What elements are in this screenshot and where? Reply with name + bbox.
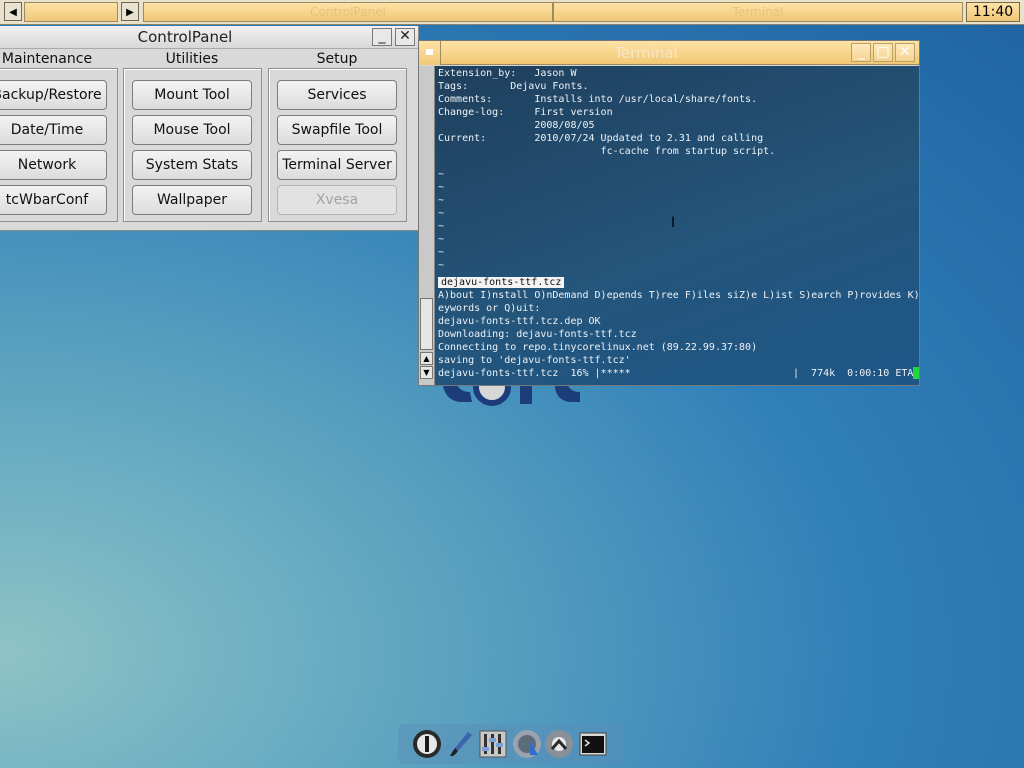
terminal-icon[interactable]	[578, 729, 608, 759]
terminal-server-button[interactable]: Terminal Server	[277, 150, 397, 180]
terminal-tilde-line: ~	[438, 182, 445, 193]
group-setup: Services Swapfile Tool Terminal Server X…	[268, 68, 407, 222]
minimize-icon[interactable]: _	[372, 28, 392, 46]
mouse-tool-button[interactable]: Mouse Tool	[132, 115, 252, 145]
terminal-tilde-line: ~	[438, 260, 445, 271]
minimize-icon[interactable]: _	[851, 43, 871, 62]
terminal-progress-left: dejavu-fonts-ttf.tcz 16% |*****	[438, 368, 631, 379]
terminal-line: Current: 2010/07/24 Updated to 2.31 and …	[438, 133, 764, 144]
tcwbarconf-button[interactable]: tcWbarConf	[0, 185, 107, 215]
terminal-menu-line: eywords or Q)uit:	[438, 303, 541, 314]
terminal-tilde-line: ~	[438, 247, 445, 258]
paint-brush-icon[interactable]	[446, 729, 476, 759]
maximize-icon[interactable]: □	[873, 43, 893, 62]
backup-restore-button[interactable]: Backup/Restore	[0, 80, 107, 110]
terminal-tilde-line: ~	[438, 221, 445, 232]
terminal-progress-right: | 774k 0:00:10 ETA	[793, 368, 914, 379]
terminal-line: Change-log: First version	[438, 107, 613, 118]
terminal-line: Extension_by: Jason W	[438, 68, 577, 79]
date-time-button[interactable]: Date/Time	[0, 115, 107, 145]
group-utilities: Mount Tool Mouse Tool System Stats Wallp…	[123, 68, 262, 222]
terminal-scrollbar[interactable]: ▲ ▼	[419, 66, 435, 385]
mount-tool-button[interactable]: Mount Tool	[132, 80, 252, 110]
network-button[interactable]: Network	[0, 150, 107, 180]
terminal-menu-line: A)bout I)nstall O)nDemand D)epends T)ree…	[438, 290, 919, 301]
terminal-line: Tags: Dejavu Fonts.	[438, 81, 589, 92]
terminal-tilde-line: ~	[438, 208, 445, 219]
controlpanel-title: ControlPanel	[137, 28, 233, 46]
control-panel-icon[interactable]	[478, 729, 508, 759]
xvesa-button: Xvesa	[277, 185, 397, 215]
terminal-output-line: Downloading: dejavu-fonts-ttf.tcz	[438, 329, 637, 340]
terminal-line: 2008/08/05	[438, 120, 595, 131]
taskbar-task-terminal[interactable]: Terminal	[553, 2, 963, 22]
terminal-output-line: Connecting to repo.tinycorelinux.net (89…	[438, 342, 758, 353]
terminal-output-line: saving to 'dejavu-fonts-ttf.tcz'	[438, 355, 631, 366]
terminal-tilde-line: ~	[438, 234, 445, 245]
taskbar: ◀ ▶ ControlPanel Terminal 11:40	[0, 0, 1024, 25]
power-icon[interactable]	[412, 729, 442, 759]
terminal-window: Terminal _ □ ✕ ▲ ▼ Extension_by: Jason W…	[418, 40, 920, 386]
terminal-line: Comments: Installs into /usr/local/share…	[438, 94, 758, 105]
controlpanel-window: ControlPanel _ ✕ Maintenance Backup/Rest…	[0, 26, 419, 231]
taskbar-task-1[interactable]	[24, 2, 118, 22]
column-heading-utilities: Utilities	[165, 51, 219, 67]
dock	[398, 724, 624, 764]
settings-run-icon[interactable]	[544, 729, 574, 759]
close-icon[interactable]: ✕	[395, 28, 415, 46]
close-icon[interactable]: ✕	[895, 43, 915, 62]
mouse-ibeam-cursor-icon: I	[671, 215, 676, 231]
system-stats-button[interactable]: System Stats	[132, 150, 252, 180]
terminal-titlebar[interactable]: Terminal _ □ ✕	[441, 41, 919, 65]
column-heading-setup: Setup	[316, 51, 358, 67]
column-heading-maintenance: Maintenance	[1, 51, 93, 67]
scrollbar-thumb[interactable]	[420, 298, 433, 350]
terminal-prompt-line: dejavu-fonts-ttf.tcz	[438, 276, 565, 289]
terminal-screen[interactable]: Extension_by: Jason W Tags: Dejavu Fonts…	[435, 66, 919, 385]
terminal-title: Terminal	[614, 44, 678, 62]
swapfile-tool-button[interactable]: Swapfile Tool	[277, 115, 397, 145]
services-button[interactable]: Services	[277, 80, 397, 110]
terminal-cursor	[913, 367, 919, 379]
taskbar-scroll-left-button[interactable]: ◀	[4, 2, 22, 21]
terminal-output-line: dejavu-fonts-ttf.tcz.dep OK	[438, 316, 601, 327]
prompt-filename-highlight: dejavu-fonts-ttf.tcz	[438, 277, 565, 288]
wallpaper-button[interactable]: Wallpaper	[132, 185, 252, 215]
taskbar-scroll-right-button[interactable]: ▶	[121, 2, 139, 21]
terminal-line: fc-cache from startup script.	[438, 146, 776, 157]
taskbar-task-controlpanel[interactable]: ControlPanel	[143, 2, 553, 22]
window-menu-icon[interactable]	[419, 41, 441, 65]
apps-install-icon[interactable]	[512, 729, 542, 759]
taskbar-clock: 11:40	[966, 2, 1020, 22]
scroll-up-arrow-icon[interactable]: ▲	[420, 352, 433, 365]
scroll-down-arrow-icon[interactable]: ▼	[420, 366, 433, 379]
terminal-tilde-line: ~	[438, 195, 445, 206]
controlpanel-titlebar[interactable]: ControlPanel _ ✕	[0, 26, 418, 49]
group-maintenance: Backup/Restore Date/Time Network tcWbarC…	[0, 68, 118, 222]
terminal-tilde-line: ~	[438, 169, 445, 180]
